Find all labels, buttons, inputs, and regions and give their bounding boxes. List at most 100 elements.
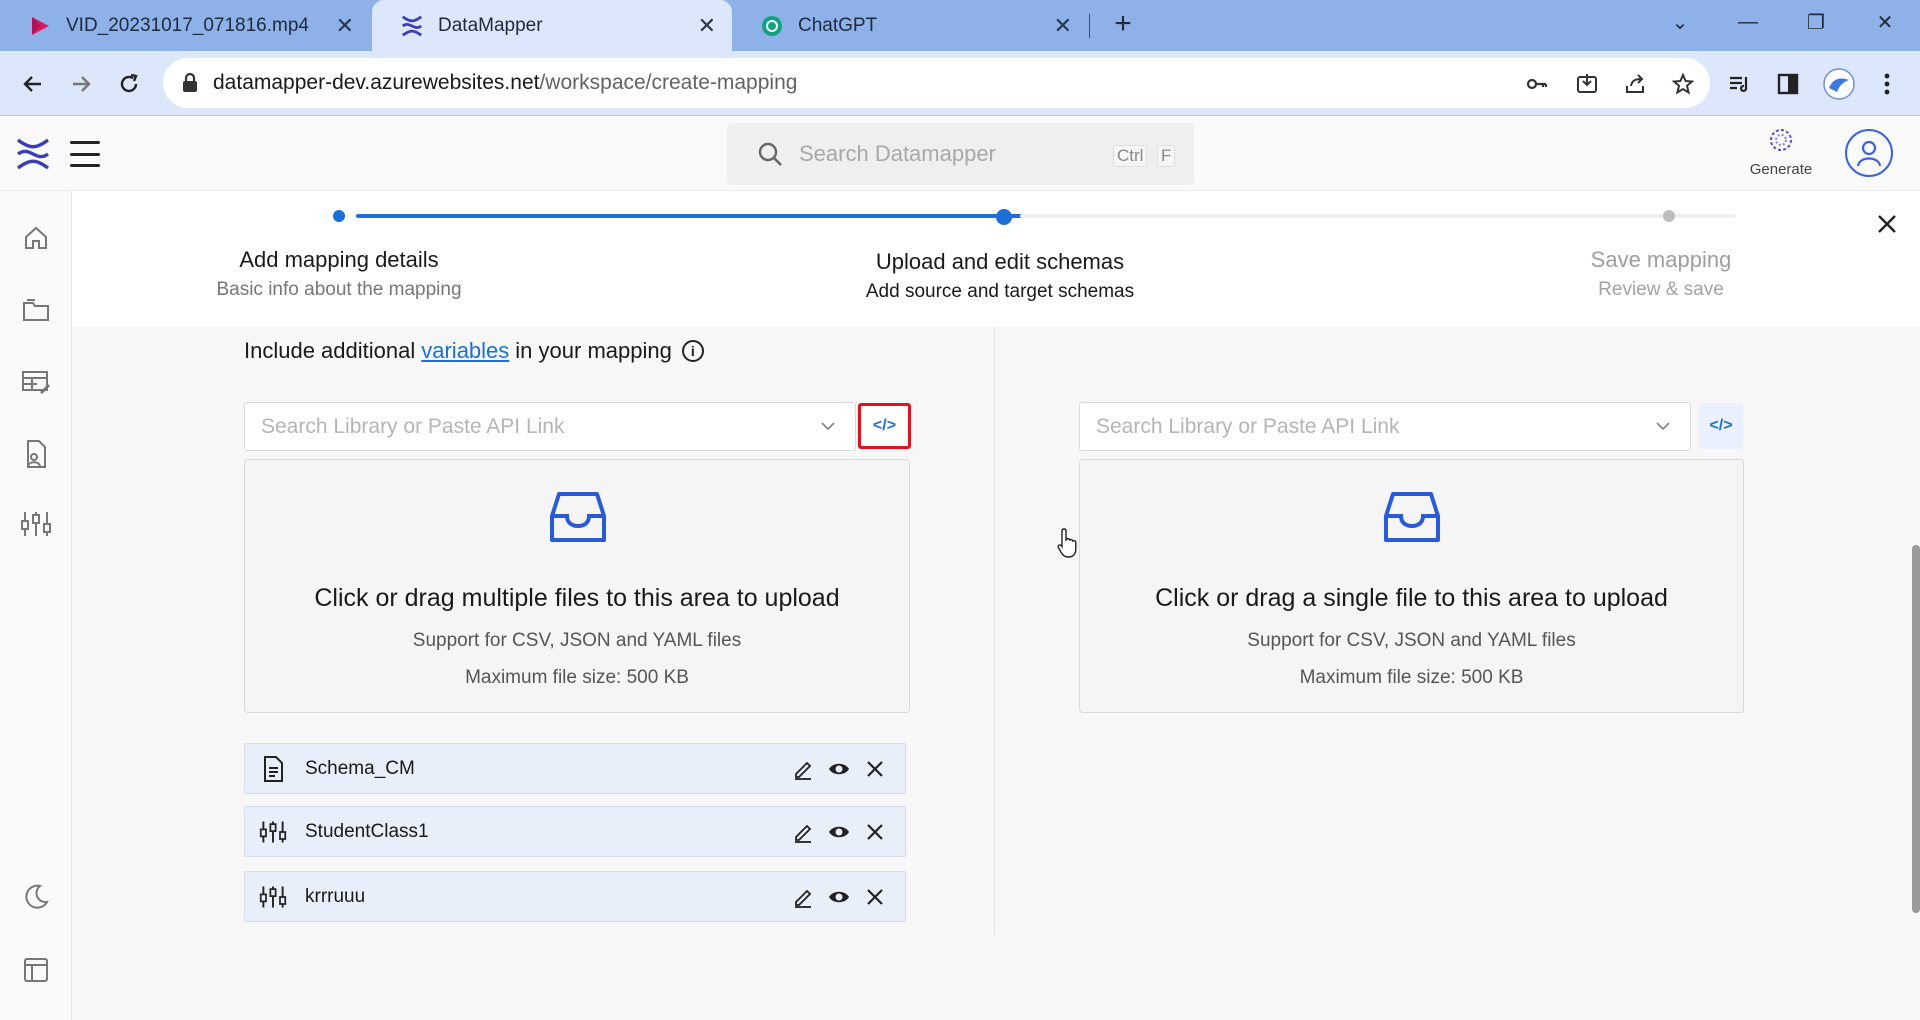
step-3-subtitle: Review & save xyxy=(1598,279,1724,300)
menu-hamburger-icon[interactable] xyxy=(70,141,100,167)
page-scrollbar[interactable] xyxy=(1912,545,1920,913)
tab-separator xyxy=(1089,14,1090,38)
stepper-line-pending xyxy=(1020,214,1735,218)
step-3-title[interactable]: Save mapping xyxy=(1552,247,1770,273)
hand-pointer-cursor-icon xyxy=(1057,528,1077,558)
close-icon[interactable] xyxy=(1872,209,1902,239)
source-upload-title: Click or drag multiple files to this are… xyxy=(314,584,840,612)
column-divider xyxy=(994,327,995,935)
chatgpt-icon xyxy=(760,14,784,38)
close-icon[interactable]: ✕ xyxy=(1054,13,1072,39)
profile-avatar-icon[interactable] xyxy=(1822,67,1856,101)
side-panel-icon[interactable] xyxy=(1773,69,1803,99)
remove-close-icon[interactable] xyxy=(863,820,887,844)
datamapper-logo[interactable] xyxy=(14,135,52,173)
view-eye-icon[interactable] xyxy=(827,820,851,844)
restore-icon[interactable]: ❐ xyxy=(1781,0,1851,44)
step-2-title[interactable]: Upload and edit schemas xyxy=(840,249,1160,275)
app-header: Search Datamapper Ctrl F Generate xyxy=(0,117,1920,191)
back-icon[interactable] xyxy=(16,67,50,101)
lock-icon xyxy=(183,72,197,92)
target-upload-title: Click or drag a single file to this area… xyxy=(1155,584,1668,612)
browser-tab-datamapper[interactable]: DataMapper ✕ xyxy=(372,0,732,51)
edit-pencil-icon[interactable] xyxy=(791,885,815,909)
target-code-button[interactable]: </> xyxy=(1699,403,1743,449)
sliders-icon xyxy=(259,821,287,843)
table-edit-icon[interactable] xyxy=(19,365,53,399)
address-bar[interactable]: datamapper-dev.azurewebsites.net/workspa… xyxy=(163,58,1710,108)
url-host: datamapper-dev.azurewebsites.net xyxy=(213,71,540,94)
variables-prefix: Include additional xyxy=(244,338,416,363)
close-icon[interactable]: ✕ xyxy=(336,13,354,39)
browser-tabstrip: VID_20231017_071816.mp4 ✕ DataMapper ✕ C… xyxy=(0,0,1920,51)
browser-menu-icon[interactable] xyxy=(1872,69,1902,99)
info-icon[interactable]: i xyxy=(681,340,704,362)
variables-hint: Include additional variables in your map… xyxy=(244,338,704,364)
browser-toolbar: datamapper-dev.azurewebsites.net/workspa… xyxy=(0,51,1920,116)
step-1-subtitle: Basic info about the mapping xyxy=(216,279,462,300)
view-eye-icon[interactable] xyxy=(827,885,851,909)
share-icon[interactable] xyxy=(1621,70,1649,98)
tab-title: ChatGPT xyxy=(798,14,878,36)
datamapper-logo-icon xyxy=(400,14,424,38)
tab-search-icon[interactable]: ⌄ xyxy=(1645,0,1715,44)
variables-link[interactable]: variables xyxy=(421,338,509,364)
left-navigation-rail xyxy=(0,191,72,1020)
browser-tab-video[interactable]: VID_20231017_071816.mp4 ✕ xyxy=(0,0,370,51)
file-row-krrruuu: krrruuu xyxy=(244,871,906,922)
target-upload-dropzone[interactable]: Click or drag a single file to this area… xyxy=(1079,459,1744,713)
forward-icon[interactable] xyxy=(64,67,98,101)
search-icon xyxy=(758,142,782,166)
inbox-upload-icon xyxy=(550,492,606,542)
generate-label: Generate xyxy=(1749,161,1813,178)
inbox-upload-icon xyxy=(1384,492,1440,542)
stepper-line-done xyxy=(356,214,1056,218)
document-icon xyxy=(264,756,283,782)
search-placeholder: Search Datamapper xyxy=(799,141,996,166)
install-app-icon[interactable] xyxy=(1573,70,1601,98)
target-upload-support: Support for CSV, JSON and YAML files xyxy=(1247,630,1576,651)
sliders-icon xyxy=(259,886,287,908)
dark-mode-moon-icon[interactable] xyxy=(19,879,53,913)
source-code-button[interactable]: </> xyxy=(858,403,911,449)
global-search-input[interactable]: Search Datamapper Ctrl F xyxy=(727,123,1194,185)
file-row-studentclass1: StudentClass1 xyxy=(244,806,906,857)
progress-stepper: Add mapping details Basic info about the… xyxy=(72,191,1920,327)
generate-button[interactable]: Generate xyxy=(1736,127,1826,178)
close-icon[interactable]: ✕ xyxy=(698,13,716,39)
browser-tab-chatgpt[interactable]: ChatGPT ✕ xyxy=(732,0,1088,51)
minimize-icon[interactable]: — xyxy=(1713,0,1783,44)
edit-pencil-icon[interactable] xyxy=(791,820,815,844)
file-row-schema-cm: Schema_CM xyxy=(244,743,906,794)
user-avatar-icon[interactable] xyxy=(1845,129,1893,177)
key-icon[interactable] xyxy=(1523,70,1551,98)
new-tab-icon[interactable]: + xyxy=(1108,9,1138,40)
sliders-icon[interactable] xyxy=(19,507,53,541)
variables-suffix: in your mapping xyxy=(515,338,672,363)
url-path: /workspace/create-mapping xyxy=(539,71,798,94)
layout-panel-icon[interactable] xyxy=(19,953,53,987)
step-dot-1 xyxy=(333,210,345,222)
file-name: StudentClass1 xyxy=(305,820,429,842)
window-close-icon[interactable]: ✕ xyxy=(1850,0,1920,44)
chevron-down-icon xyxy=(821,422,835,431)
source-library-search[interactable]: Search Library or Paste API Link xyxy=(244,402,856,451)
document-person-icon[interactable] xyxy=(19,437,53,471)
edit-pencil-icon[interactable] xyxy=(791,757,815,781)
tab-title: VID_20231017_071816.mp4 xyxy=(66,14,309,36)
bookmark-star-icon[interactable] xyxy=(1669,70,1697,98)
remove-close-icon[interactable] xyxy=(863,757,887,781)
media-control-icon[interactable] xyxy=(1724,69,1754,99)
view-eye-icon[interactable] xyxy=(827,757,851,781)
shortcut-f-key: F xyxy=(1157,145,1176,167)
chevron-down-icon xyxy=(1656,422,1670,431)
source-upload-dropzone[interactable]: Click or drag multiple files to this are… xyxy=(244,459,910,713)
remove-close-icon[interactable] xyxy=(863,885,887,909)
home-icon[interactable] xyxy=(19,221,53,255)
step-1-title[interactable]: Add mapping details xyxy=(180,247,498,273)
target-search-placeholder: Search Library or Paste API Link xyxy=(1096,414,1400,438)
target-library-search[interactable]: Search Library or Paste API Link xyxy=(1079,402,1691,451)
reload-icon[interactable] xyxy=(112,67,146,101)
folder-icon[interactable] xyxy=(19,293,53,327)
step-dot-3 xyxy=(1663,210,1675,222)
